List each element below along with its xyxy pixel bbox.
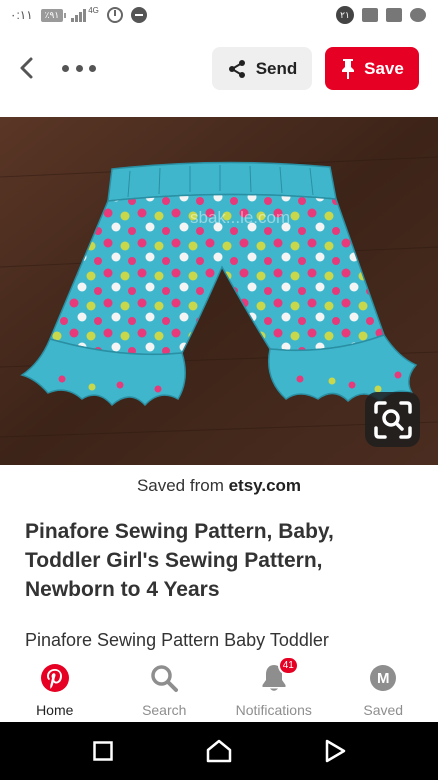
triangle-icon bbox=[325, 739, 346, 763]
status-bar: ٠:١١ ٪٩١ 4G ٢١ bbox=[0, 0, 438, 30]
save-label: Save bbox=[364, 58, 404, 78]
notifications-badge: 41 bbox=[277, 656, 299, 675]
saved-from-domain[interactable]: etsy.com bbox=[229, 476, 301, 495]
share-icon bbox=[228, 59, 245, 78]
data-saver-icon bbox=[410, 8, 426, 22]
nav-home[interactable]: Home bbox=[0, 652, 110, 722]
dot-icon bbox=[62, 64, 69, 72]
nav-search[interactable]: Search bbox=[110, 652, 220, 722]
clock-text: ٠:١١ bbox=[10, 8, 33, 22]
signal-icon bbox=[71, 8, 87, 22]
visual-search-button[interactable] bbox=[365, 392, 420, 447]
image-watermark: sbak...le.com bbox=[190, 208, 290, 227]
nav-notifications-label: Notifications bbox=[235, 702, 312, 718]
system-navigation-bar bbox=[0, 722, 438, 780]
lens-search-icon bbox=[373, 400, 412, 439]
bell-icon: 41 bbox=[258, 656, 299, 694]
pin-image[interactable]: sbak...le.com bbox=[0, 117, 438, 465]
pinterest-logo-icon bbox=[39, 662, 71, 694]
avatar: M bbox=[370, 665, 397, 691]
more-options-button[interactable] bbox=[62, 58, 96, 78]
send-button[interactable]: Send bbox=[212, 47, 312, 90]
home-button[interactable] bbox=[199, 731, 239, 771]
back-system-button[interactable] bbox=[315, 731, 355, 771]
pin-header: Send Save bbox=[0, 30, 438, 106]
house-icon bbox=[206, 739, 232, 763]
gallery-icon bbox=[362, 8, 378, 22]
chevron-left-icon bbox=[20, 57, 33, 79]
saved-from-link[interactable]: Saved from etsy.com bbox=[0, 476, 438, 496]
nav-home-label: Home bbox=[36, 702, 74, 718]
battery-icon: ٪٩١ bbox=[40, 8, 66, 22]
alarm-icon bbox=[106, 7, 123, 23]
pin-title: Pinafore Sewing Pattern, Baby, Toddler G… bbox=[25, 520, 334, 601]
search-icon bbox=[148, 662, 180, 694]
dot-icon bbox=[89, 64, 96, 72]
bottom-navigation: Home Search 41 Notifications M Saved bbox=[0, 652, 438, 722]
square-icon bbox=[93, 741, 113, 761]
nav-saved-label: Saved bbox=[363, 702, 404, 718]
save-button[interactable]: Save bbox=[325, 47, 419, 90]
pin-icon bbox=[342, 58, 355, 79]
send-label: Send bbox=[255, 58, 298, 78]
nav-search-label: Search bbox=[142, 702, 187, 718]
notification-count-badge: ٢١ bbox=[336, 6, 354, 24]
nav-notifications[interactable]: 41 Notifications bbox=[219, 652, 329, 722]
back-button[interactable] bbox=[16, 56, 40, 80]
cleaner-icon bbox=[386, 8, 402, 22]
saved-from-prefix: Saved from bbox=[136, 476, 229, 495]
recents-button[interactable] bbox=[83, 731, 123, 771]
pin-description: Pinafore Sewing Pattern Baby Toddler bbox=[25, 630, 329, 650]
nav-saved[interactable]: M Saved bbox=[329, 652, 438, 722]
dot-icon bbox=[75, 64, 83, 72]
do-not-disturb-icon bbox=[130, 7, 147, 23]
network-type: 4G bbox=[88, 5, 99, 15]
